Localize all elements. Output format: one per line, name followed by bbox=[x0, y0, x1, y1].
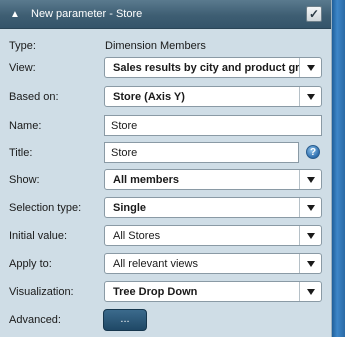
apply-to-dropdown-value: All relevant views bbox=[113, 258, 198, 270]
visualization-label: Visualization: bbox=[9, 286, 74, 298]
panel-title: New parameter - Store bbox=[31, 8, 143, 20]
view-dropdown[interactable]: Sales results by city and product group bbox=[104, 57, 322, 78]
initial-value-dropdown[interactable]: All Stores bbox=[104, 225, 322, 246]
initial-value-label: Initial value: bbox=[9, 230, 68, 242]
type-label: Type: bbox=[9, 40, 36, 52]
row-show: Show: All members bbox=[0, 169, 331, 193]
show-dropdown-value: All members bbox=[113, 174, 180, 186]
row-visualization: Visualization: Tree Drop Down bbox=[0, 281, 331, 305]
show-dropdown[interactable]: All members bbox=[104, 169, 322, 190]
selection-type-label: Selection type: bbox=[9, 202, 82, 214]
window-edge bbox=[332, 0, 345, 337]
visualization-dropdown-value: Tree Drop Down bbox=[113, 286, 198, 298]
visualization-dropdown[interactable]: Tree Drop Down bbox=[104, 281, 322, 302]
title-field[interactable]: Store bbox=[104, 142, 299, 163]
row-view: View: Sales results by city and product … bbox=[0, 57, 331, 81]
triangle-down-icon[interactable] bbox=[299, 198, 321, 217]
chevron-up-icon[interactable]: ▲ bbox=[8, 7, 22, 21]
initial-value-dropdown-value: All Stores bbox=[113, 230, 161, 242]
triangle-down-icon[interactable] bbox=[299, 226, 321, 245]
help-icon[interactable]: ? bbox=[306, 145, 320, 159]
based-on-label: Based on: bbox=[9, 91, 59, 103]
row-based-on: Based on: Store (Axis Y) bbox=[0, 86, 331, 110]
triangle-down-icon[interactable] bbox=[299, 254, 321, 273]
row-initial-value: Initial value: All Stores bbox=[0, 225, 331, 249]
enable-checkbox[interactable]: ✓ bbox=[306, 6, 322, 22]
triangle-down-icon[interactable] bbox=[299, 58, 321, 77]
show-label: Show: bbox=[9, 174, 40, 186]
triangle-down-icon[interactable] bbox=[299, 87, 321, 106]
row-selection-type: Selection type: Single bbox=[0, 197, 331, 221]
name-label: Name: bbox=[9, 120, 42, 132]
selection-type-dropdown[interactable]: Single bbox=[104, 197, 322, 218]
apply-to-label: Apply to: bbox=[9, 258, 52, 270]
apply-to-dropdown[interactable]: All relevant views bbox=[104, 253, 322, 274]
based-on-dropdown-value: Store (Axis Y) bbox=[113, 91, 185, 103]
parameter-panel: ▲ New parameter - Store ✓ Type: Dimensio… bbox=[0, 0, 332, 337]
triangle-down-icon[interactable] bbox=[299, 282, 321, 301]
view-dropdown-value: Sales results by city and product group bbox=[113, 62, 299, 74]
selection-type-dropdown-value: Single bbox=[113, 202, 147, 214]
row-name: Name: Store bbox=[0, 115, 331, 139]
triangle-down-icon[interactable] bbox=[299, 170, 321, 189]
view-label: View: bbox=[9, 62, 36, 74]
advanced-label: Advanced: bbox=[9, 314, 61, 326]
title-label: Title: bbox=[9, 147, 33, 159]
name-field[interactable]: Store bbox=[104, 115, 322, 136]
row-apply-to: Apply to: All relevant views bbox=[0, 253, 331, 277]
row-title: Title: Store ? bbox=[0, 142, 331, 166]
type-value: Dimension Members bbox=[105, 40, 206, 52]
advanced-button[interactable]: ... bbox=[103, 309, 147, 331]
row-type: Type: Dimension Members bbox=[0, 34, 331, 58]
row-advanced: Advanced: ... bbox=[0, 309, 331, 333]
panel-titlebar: ▲ New parameter - Store ✓ bbox=[0, 0, 331, 29]
based-on-dropdown[interactable]: Store (Axis Y) bbox=[104, 86, 322, 107]
